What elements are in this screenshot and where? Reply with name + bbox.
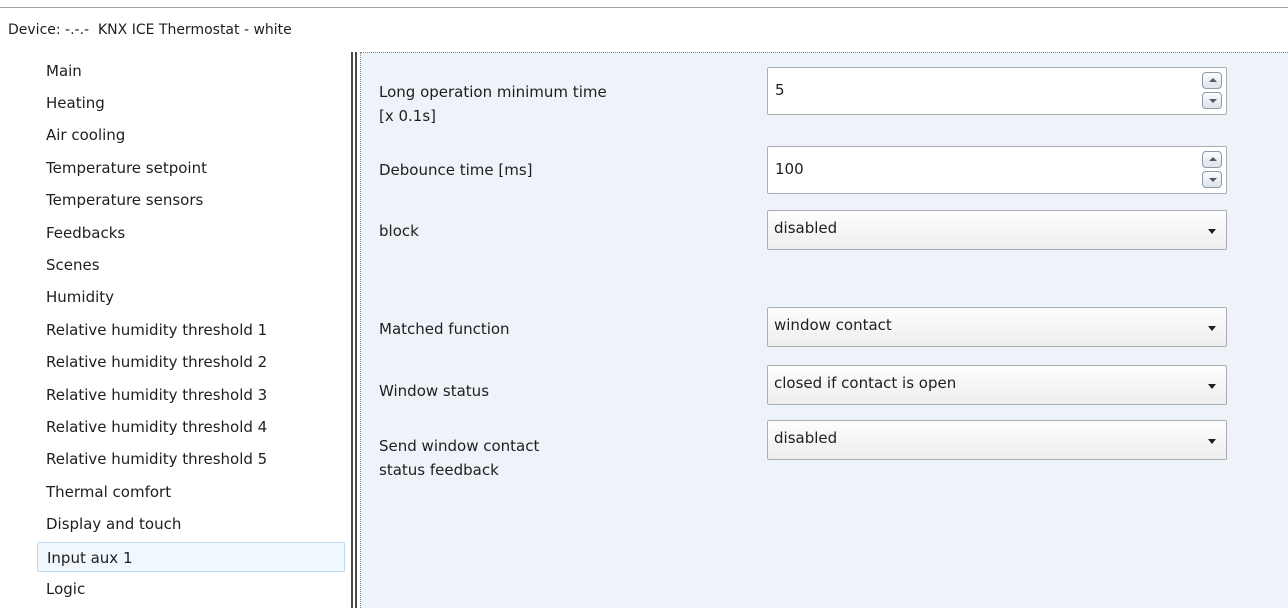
sidebar-item-air-cooling[interactable]: Air cooling (46, 119, 125, 151)
panel-splitter[interactable] (351, 52, 357, 608)
sidebar-item-input-aux-1[interactable]: Input aux 1 (37, 542, 345, 572)
sidebar-item-heating[interactable]: Heating (46, 87, 105, 119)
matched-function-select[interactable]: window contact (767, 307, 1227, 347)
send-feedback-select[interactable]: disabled (767, 420, 1227, 460)
debounce-spinner[interactable]: 100 (767, 146, 1227, 194)
debounce-value[interactable]: 100 (775, 160, 804, 178)
parameter-panel: Long operation minimum time [x 0.1s] 5 D… (360, 52, 1288, 608)
dropdown-arrow-icon (1208, 229, 1216, 234)
chevron-up-icon[interactable] (1202, 151, 1222, 168)
long-operation-spinner[interactable]: 5 (767, 67, 1227, 115)
sidebar: Main Heating Air cooling Temperature set… (0, 52, 350, 608)
matched-function-selected-value: window contact (774, 316, 892, 334)
debounce-spin-buttons (1202, 150, 1224, 190)
sidebar-item-rh-threshold-1[interactable]: Relative humidity threshold 1 (46, 314, 267, 346)
sidebar-item-rh-threshold-5[interactable]: Relative humidity threshold 5 (46, 443, 267, 475)
sidebar-item-thermal-comfort[interactable]: Thermal comfort (46, 476, 171, 508)
block-selected-value: disabled (774, 219, 838, 237)
send-feedback-label: Send window contact status feedback (379, 437, 540, 479)
sidebar-item-logic[interactable]: Logic (46, 573, 85, 605)
long-operation-spin-buttons (1202, 71, 1224, 111)
dropdown-arrow-icon (1208, 384, 1216, 389)
sidebar-item-rh-threshold-4[interactable]: Relative humidity threshold 4 (46, 411, 267, 443)
chevron-up-icon[interactable] (1202, 72, 1222, 89)
device-title: Device: -.-.- KNX ICE Thermostat - white (8, 22, 292, 38)
sidebar-item-rh-threshold-3[interactable]: Relative humidity threshold 3 (46, 379, 267, 411)
chevron-down-icon[interactable] (1202, 171, 1222, 188)
sidebar-item-feedbacks[interactable]: Feedbacks (46, 217, 125, 249)
long-operation-value[interactable]: 5 (775, 81, 785, 99)
dropdown-arrow-icon (1208, 439, 1216, 444)
window-status-select[interactable]: closed if contact is open (767, 365, 1227, 405)
long-operation-label: Long operation minimum time [x 0.1s] (379, 83, 607, 125)
sidebar-item-scenes[interactable]: Scenes (46, 249, 100, 281)
block-label: block (379, 222, 419, 240)
sidebar-item-humidity[interactable]: Humidity (46, 281, 114, 313)
sidebar-item-display-and-touch[interactable]: Display and touch (46, 508, 181, 540)
dropdown-arrow-icon (1208, 326, 1216, 331)
debounce-label: Debounce time [ms] (379, 161, 533, 179)
sidebar-item-main[interactable]: Main (46, 55, 82, 87)
send-feedback-selected-value: disabled (774, 429, 838, 447)
chevron-down-icon[interactable] (1202, 92, 1222, 109)
sidebar-item-temperature-setpoint[interactable]: Temperature setpoint (46, 152, 207, 184)
sidebar-item-temperature-sensors[interactable]: Temperature sensors (46, 184, 203, 216)
window-status-selected-value: closed if contact is open (774, 374, 957, 392)
sidebar-item-rh-threshold-2[interactable]: Relative humidity threshold 2 (46, 346, 267, 378)
matched-function-label: Matched function (379, 320, 510, 338)
parameter-window: Device: -.-.- KNX ICE Thermostat - white… (0, 0, 1288, 608)
top-divider (0, 0, 1288, 8)
window-status-label: Window status (379, 382, 490, 400)
block-select[interactable]: disabled (767, 210, 1227, 250)
